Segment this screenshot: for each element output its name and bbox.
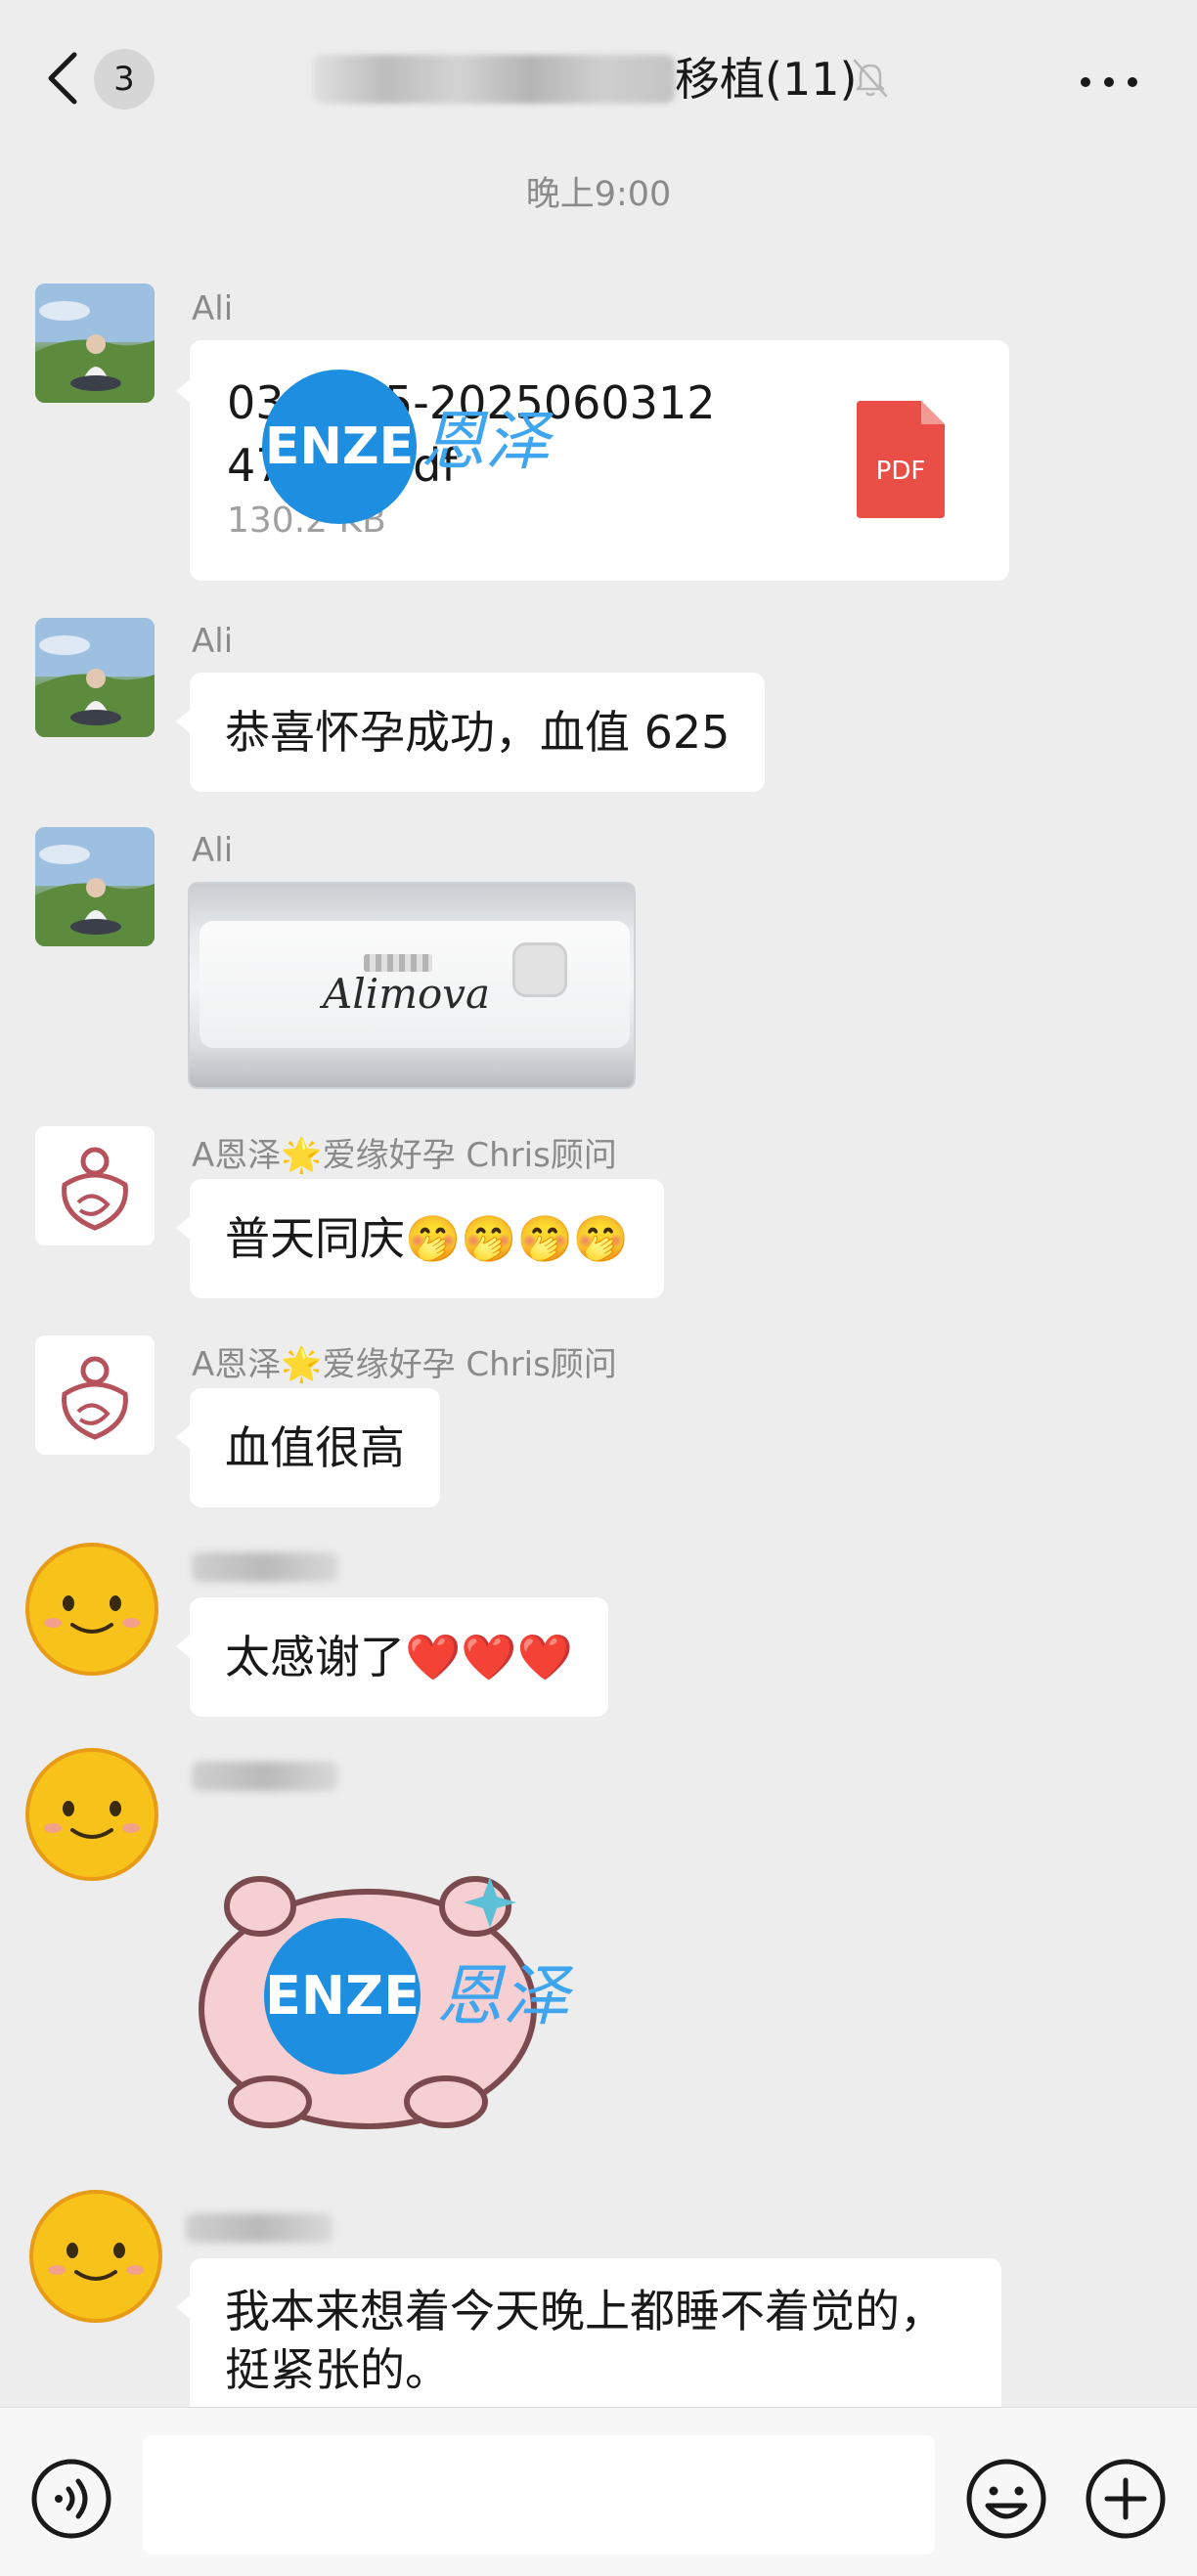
avatar[interactable] (35, 1126, 155, 1245)
emoji-icon[interactable] (964, 2457, 1048, 2541)
sender-name: Ali (192, 831, 234, 870)
plus-icon[interactable] (1084, 2457, 1168, 2541)
message-text-line: 我本来想着今天晚上都睡不着觉的， (225, 2285, 945, 2337)
group-name-redacted (313, 55, 675, 104)
chat-header: 3 移植(11) (0, 0, 1197, 154)
smiley-face-icon (25, 1543, 158, 1676)
clinic-logo-icon (62, 1147, 128, 1231)
enze-watermark-text: 恩泽 (436, 1958, 570, 2035)
message-text: 恭喜怀孕成功，血值 625 (225, 706, 731, 759)
avatar-photo (35, 618, 155, 737)
avatar[interactable] (35, 284, 155, 403)
avatar[interactable] (23, 1746, 160, 1883)
smiley-face-icon (29, 2190, 162, 2323)
avatar[interactable] (27, 2188, 164, 2325)
text-message[interactable]: 普天同庆🤭🤭🤭🤭 (175, 1179, 665, 1298)
sender-name-redacted (192, 1762, 338, 1791)
unread-count-badge[interactable]: 3 (94, 49, 155, 109)
enze-watermark-text: 恩泽 (421, 404, 550, 479)
pdf-label: PDF (876, 457, 926, 486)
avatar-photo (35, 827, 155, 946)
enze-watermark-logo: ENZE (262, 370, 417, 524)
input-bar (0, 2407, 1197, 2576)
message-text: 普天同庆🤭🤭🤭🤭 (225, 1212, 630, 1265)
more-dots-icon[interactable] (1078, 63, 1140, 102)
sender-name: Ali (192, 289, 234, 328)
sender-name-redacted (192, 1552, 338, 1582)
sender-name: A恩泽🌟爱缘好孕 Chris顾问 (192, 1136, 617, 1175)
smiley-face-icon (25, 1748, 158, 1881)
chevron-left-icon[interactable] (43, 49, 82, 108)
sender-name: A恩泽🌟爱缘好孕 Chris顾问 (192, 1345, 617, 1384)
text-message[interactable]: 我本来想着今天晚上都睡不着觉的， 挺紧张的。 (176, 2258, 1001, 2424)
avatar[interactable] (23, 1541, 160, 1678)
text-message[interactable]: 太感谢了❤️❤️❤️ (176, 1597, 608, 1717)
message-text-line: 挺紧张的。 (225, 2343, 450, 2396)
sender-name: Ali (192, 622, 234, 661)
message-text: 血值很高 (225, 1421, 405, 1474)
sample-well (512, 942, 567, 997)
avatar-photo (35, 284, 155, 403)
sender-name-redacted (186, 2213, 332, 2243)
bell-off-icon (853, 59, 888, 98)
voice-icon[interactable] (29, 2457, 113, 2541)
message-text: 太感谢了❤️❤️❤️ (225, 1631, 573, 1683)
avatar[interactable] (35, 1335, 155, 1455)
text-message[interactable]: 血值很高 (176, 1388, 440, 1507)
message-timestamp: 晚上9:00 (525, 175, 672, 214)
avatar[interactable] (35, 827, 155, 946)
avatar[interactable] (35, 618, 155, 737)
text-message[interactable]: 恭喜怀孕成功，血值 625 (175, 673, 766, 792)
pdf-file-icon: PDF (857, 401, 945, 518)
clinic-logo-icon (62, 1356, 128, 1440)
image-message[interactable]: Alimova (188, 882, 636, 1089)
file-message[interactable]: 03 2025-2025060312 47 27 .pdf 130.2 KB P… (176, 340, 1009, 581)
handwritten-name: Alimova (323, 970, 491, 1018)
message-input[interactable] (143, 2435, 935, 2554)
chat-title[interactable]: 移植(11) (675, 45, 857, 113)
enze-watermark-logo: ENZE (264, 1918, 421, 2074)
